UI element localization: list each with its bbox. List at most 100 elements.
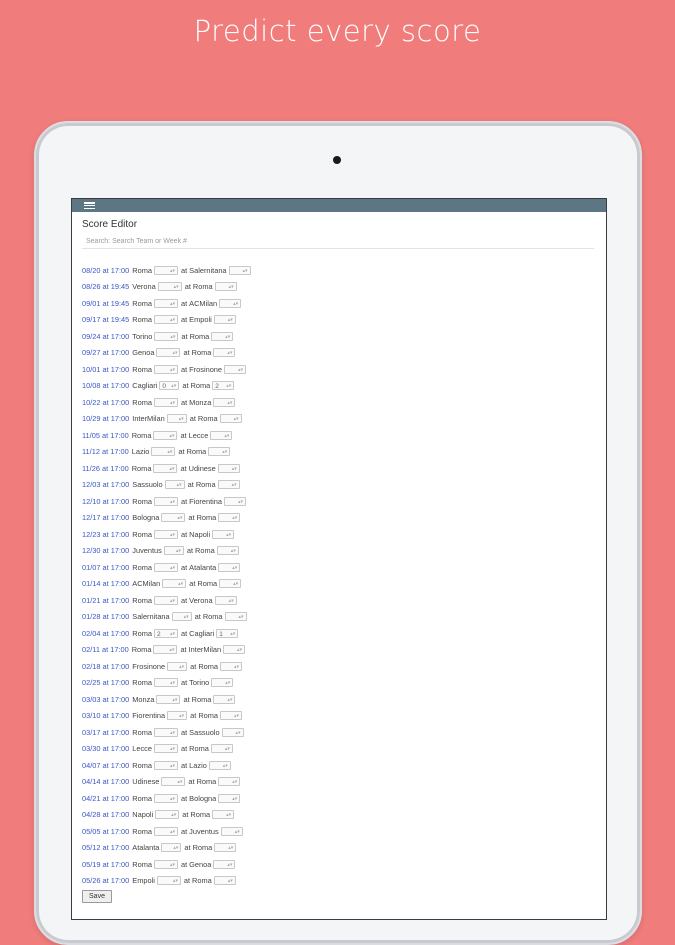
- game-date-link[interactable]: 11/26 at 17:00: [82, 464, 129, 473]
- stepper-icon[interactable]: ▴▾: [170, 729, 175, 738]
- stepper-icon[interactable]: ▴▾: [170, 630, 175, 639]
- away-score-input[interactable]: ▴▾: [213, 859, 236, 870]
- home-score-input[interactable]: ▴▾: [153, 678, 178, 688]
- stepper-icon[interactable]: ▴▾: [170, 828, 175, 837]
- home-score-input[interactable]: ▴▾: [153, 859, 178, 870]
- home-score-input[interactable]: ▴▾: [156, 348, 181, 358]
- stepper-icon[interactable]: ▴▾: [170, 762, 175, 771]
- stepper-icon[interactable]: ▴▾: [232, 514, 237, 523]
- stepper-icon[interactable]: ▴▾: [222, 448, 227, 457]
- game-date-link[interactable]: 03/03 at 17:00: [82, 695, 129, 704]
- game-date-link[interactable]: 09/01 at 19:45: [82, 299, 129, 308]
- game-date-link[interactable]: 08/20 at 17:00: [82, 266, 129, 275]
- away-score-input[interactable]: ▴▾: [213, 348, 236, 358]
- stepper-icon[interactable]: ▴▾: [225, 679, 230, 688]
- game-date-link[interactable]: 01/28 at 17:00: [82, 612, 129, 621]
- game-date-link[interactable]: 10/29 at 17:00: [82, 414, 129, 423]
- game-date-link[interactable]: 04/21 at 17:00: [82, 794, 129, 803]
- away-score-input[interactable]: ▴▾: [219, 414, 242, 424]
- game-date-link[interactable]: 12/10 at 17:00: [82, 497, 129, 506]
- game-date-link[interactable]: 10/08 at 17:00: [82, 381, 129, 390]
- game-date-link[interactable]: 09/17 at 19:45: [82, 315, 129, 324]
- stepper-icon[interactable]: ▴▾: [227, 861, 232, 870]
- home-score-input[interactable]: ▴▾: [153, 298, 178, 308]
- home-score-input[interactable]: ▴▾: [167, 711, 188, 721]
- home-score-input[interactable]: ▴▾: [153, 430, 178, 440]
- stepper-icon[interactable]: ▴▾: [224, 432, 229, 441]
- home-score-input[interactable]: ▴▾: [161, 513, 186, 523]
- stepper-icon[interactable]: ▴▾: [170, 498, 175, 507]
- home-score-input[interactable]: ▴▾: [153, 364, 178, 374]
- away-score-input[interactable]: ▴▾: [217, 480, 240, 490]
- away-score-input[interactable]: ▴▾: [210, 430, 233, 441]
- stepper-icon[interactable]: ▴▾: [170, 679, 175, 688]
- away-score-input[interactable]: ▴▾: [223, 645, 246, 655]
- game-date-link[interactable]: 04/28 at 17:00: [82, 810, 129, 819]
- stepper-icon[interactable]: ▴▾: [170, 861, 175, 870]
- away-score-input[interactable]: ▴▾: [211, 331, 234, 342]
- home-score-input[interactable]: ▴▾: [157, 282, 182, 292]
- away-score-input[interactable]: ▴▾: [214, 282, 237, 292]
- stepper-icon[interactable]: ▴▾: [179, 663, 184, 672]
- stepper-icon[interactable]: ▴▾: [172, 349, 177, 358]
- home-score-input[interactable]: ▴▾: [156, 694, 181, 705]
- home-score-input[interactable]: ▴▾: [153, 529, 178, 540]
- home-score-input[interactable]: ▴▾: [153, 496, 178, 507]
- away-score-input[interactable]: ▴▾: [218, 793, 241, 803]
- away-score-input[interactable]: ▴▾: [212, 810, 235, 820]
- away-score-input[interactable]: ▴▾: [212, 529, 235, 540]
- away-score-input[interactable]: ▴▾: [217, 463, 240, 473]
- stepper-icon[interactable]: ▴▾: [225, 333, 230, 342]
- game-date-link[interactable]: 01/14 at 17:00: [82, 579, 129, 588]
- save-button[interactable]: Save: [82, 890, 112, 903]
- stepper-icon[interactable]: ▴▾: [170, 333, 175, 342]
- away-score-input[interactable]: ▴▾: [214, 843, 237, 853]
- stepper-icon[interactable]: ▴▾: [238, 498, 243, 507]
- stepper-icon[interactable]: ▴▾: [235, 828, 240, 837]
- stepper-icon[interactable]: ▴▾: [184, 613, 189, 622]
- stepper-icon[interactable]: ▴▾: [170, 531, 175, 540]
- away-score-input[interactable]: ▴▾: [220, 661, 243, 672]
- away-score-input[interactable]: ▴▾: [220, 711, 243, 721]
- game-date-link[interactable]: 03/30 at 17:00: [82, 744, 129, 753]
- game-date-link[interactable]: 02/11 at 17:00: [82, 645, 129, 654]
- home-score-input[interactable]: 0 ▴▾: [159, 381, 180, 391]
- game-date-link[interactable]: 09/27 at 17:00: [82, 348, 129, 357]
- stepper-icon[interactable]: ▴▾: [177, 481, 182, 490]
- home-score-input[interactable]: ▴▾: [153, 265, 178, 275]
- away-score-input[interactable]: ▴▾: [210, 744, 233, 754]
- stepper-icon[interactable]: ▴▾: [234, 415, 239, 424]
- stepper-icon[interactable]: ▴▾: [233, 300, 238, 309]
- stepper-icon[interactable]: ▴▾: [170, 795, 175, 804]
- stepper-icon[interactable]: ▴▾: [176, 547, 181, 556]
- stepper-icon[interactable]: ▴▾: [172, 696, 177, 705]
- game-date-link[interactable]: 05/05 at 17:00: [82, 827, 129, 836]
- away-score-input[interactable]: ▴▾: [220, 826, 243, 837]
- stepper-icon[interactable]: ▴▾: [177, 514, 182, 523]
- home-score-input[interactable]: ▴▾: [163, 546, 184, 556]
- home-score-input[interactable]: ▴▾: [167, 661, 188, 672]
- game-date-link[interactable]: 11/12 at 17:00: [82, 447, 129, 456]
- home-score-input[interactable]: ▴▾: [153, 727, 178, 738]
- stepper-icon[interactable]: ▴▾: [232, 481, 237, 490]
- stepper-icon[interactable]: ▴▾: [227, 399, 232, 408]
- away-score-input[interactable]: ▴▾: [213, 694, 236, 704]
- hamburger-menu-icon[interactable]: [84, 202, 95, 209]
- away-score-input[interactable]: 2 ▴▾: [212, 381, 235, 391]
- game-date-link[interactable]: 12/23 at 17:00: [82, 530, 129, 539]
- stepper-icon[interactable]: ▴▾: [236, 729, 241, 738]
- stepper-icon[interactable]: ▴▾: [171, 811, 176, 820]
- game-date-link[interactable]: 11/05 at 17:00: [82, 431, 129, 440]
- stepper-icon[interactable]: ▴▾: [228, 844, 233, 853]
- stepper-icon[interactable]: ▴▾: [226, 531, 231, 540]
- home-score-input[interactable]: ▴▾: [153, 595, 178, 605]
- stepper-icon[interactable]: ▴▾: [229, 283, 234, 292]
- away-score-input[interactable]: ▴▾: [224, 612, 247, 622]
- stepper-icon[interactable]: ▴▾: [167, 448, 172, 457]
- away-score-input[interactable]: ▴▾: [213, 397, 236, 408]
- game-date-link[interactable]: 09/24 at 17:00: [82, 332, 129, 341]
- stepper-icon[interactable]: ▴▾: [234, 663, 239, 672]
- home-score-input[interactable]: ▴▾: [154, 744, 178, 754]
- home-score-input[interactable]: ▴▾: [151, 447, 176, 457]
- away-score-input[interactable]: 1 ▴▾: [216, 628, 239, 638]
